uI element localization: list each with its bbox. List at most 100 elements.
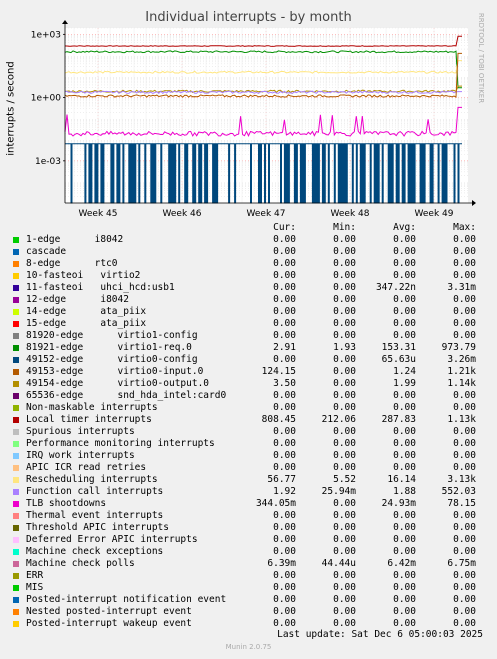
legend-avg-value: 0.00 — [393, 306, 416, 317]
legend-row: cascade 0.00 0.00 0.00 0.00 — [0, 246, 497, 258]
legend-label: 14-edge ata_piix — [26, 306, 147, 317]
legend-swatch — [13, 453, 19, 459]
legend-cur-value: 2.91 — [273, 342, 296, 353]
legend-swatch — [13, 441, 19, 447]
legend-avg-value: 0.00 — [393, 522, 416, 533]
legend-swatch — [13, 585, 19, 591]
legend-min-value: 0.00 — [333, 498, 356, 509]
legend-avg-value: 0.00 — [393, 258, 416, 269]
legend-min-value: 0.00 — [333, 306, 356, 317]
legend-avg-value: 65.63u — [381, 354, 416, 365]
legend-avg-value: 0.00 — [393, 246, 416, 257]
legend-cur-value: 0.00 — [273, 522, 296, 533]
legend-min-value: 0.00 — [333, 246, 356, 257]
legend-swatch — [13, 309, 19, 315]
legend-cur-value: 0.00 — [273, 390, 296, 401]
legend-max-value: 0.00 — [453, 246, 476, 257]
legend-swatch — [13, 609, 19, 615]
legend-label: cascade — [26, 246, 67, 257]
legend-label: 10-fasteoi virtio2 — [26, 270, 141, 281]
legend-avg-value: 0.00 — [393, 318, 416, 329]
legend-cur-value: 0.00 — [273, 306, 296, 317]
legend-label: TLB shootdowns — [26, 498, 107, 509]
legend-max-value: 0.00 — [453, 306, 476, 317]
legend-label: 11-fasteoi uhci_hcd:usb1 — [26, 282, 175, 293]
legend-cur-value: 0.00 — [273, 570, 296, 581]
legend-min-value: 44.44u — [321, 558, 356, 569]
legend-row: Performance monitoring interrupts 0.00 0.0… — [0, 438, 497, 450]
legend-swatch — [13, 273, 19, 279]
legend-max-value: 78.15 — [447, 498, 476, 509]
last-update: Last update: Sat Dec 6 05:00:03 2025 — [277, 629, 483, 640]
legend-avg-value: 0.00 — [393, 510, 416, 521]
legend-avg-value: 347.22n — [375, 282, 416, 293]
legend-cur-value: 0.00 — [273, 438, 296, 449]
x-tick-label: Week 48 — [331, 209, 370, 219]
legend-avg-value: 1.99 — [393, 378, 416, 389]
legend-row: 12-edge i8042 0.00 0.00 0.00 0.00 — [0, 294, 497, 306]
legend-max-value: 0.00 — [453, 270, 476, 281]
legend-avg-value: 0.00 — [393, 546, 416, 557]
legend-swatch — [13, 621, 19, 627]
legend-swatch — [13, 525, 19, 531]
legend-label: Spurious interrupts — [26, 426, 135, 437]
legend-avg-value: 0.00 — [393, 426, 416, 437]
legend-label: Nested posted-interrupt event — [26, 606, 192, 617]
legend-min-value: 0.00 — [333, 510, 356, 521]
legend-min-value: 0.00 — [333, 390, 356, 401]
legend-avg-value: 1.88 — [393, 486, 416, 497]
legend-cur-value: 0.00 — [273, 534, 296, 545]
y-tick-label: 1e-03 — [35, 157, 61, 167]
legend-cur-value: 0.00 — [273, 606, 296, 617]
legend-min-value: 0.00 — [333, 426, 356, 437]
legend-row: Spurious interrupts 0.00 0.00 0.00 0.00 — [0, 426, 497, 438]
x-axis-arrow — [472, 200, 476, 206]
legend-label: 49154-edge virtio0-output.0 — [26, 378, 210, 389]
legend-cur-value: 0.00 — [273, 258, 296, 269]
legend-avg-value: 0.00 — [393, 594, 416, 605]
legend-min-value: 0.00 — [333, 582, 356, 593]
legend-row: 1-edge i8042 0.00 0.00 0.00 0.00 — [0, 234, 497, 246]
header-max: Max: — [453, 222, 476, 233]
legend-cur-value: 0.00 — [273, 318, 296, 329]
legend-cur-value: 0.00 — [273, 402, 296, 413]
legend-row: TLB shootdowns 344.05m 0.00 24.93m 78.15 — [0, 498, 497, 510]
legend-min-value: 5.52 — [333, 474, 356, 485]
x-tick-label: Week 47 — [247, 209, 286, 219]
legend-max-value: 1.14k — [447, 378, 476, 389]
header-min: Min: — [333, 222, 356, 233]
chart-plot: 1e+03 1e+00 1e-03 Week 45 Week 46 Week 47 Week… — [31, 20, 476, 219]
y-tick-label: 1e+03 — [31, 30, 61, 40]
legend-max-value: 0.00 — [453, 522, 476, 533]
legend-cur-value: 0.00 — [273, 582, 296, 593]
legend-avg-value: 0.00 — [393, 582, 416, 593]
legend-cur-value: 0.00 — [273, 510, 296, 521]
legend-min-value: 0.00 — [333, 402, 356, 413]
legend-max-value: 0.00 — [453, 258, 476, 269]
legend-row: MIS 0.00 0.00 0.00 0.00 — [0, 582, 497, 594]
legend-row: 65536-edge snd_hda_intel:card0 0.00 0.00 0.… — [0, 390, 497, 402]
legend-swatch — [13, 477, 19, 483]
legend-max-value: 0.00 — [453, 450, 476, 461]
legend-max-value: 0.00 — [453, 582, 476, 593]
legend-cur-value: 0.00 — [273, 294, 296, 305]
legend-min-value: 0.00 — [333, 318, 356, 329]
legend-cur-value: 0.00 — [273, 594, 296, 605]
legend-cur-value: 0.00 — [273, 282, 296, 293]
legend-label: Local timer interrupts — [26, 414, 152, 425]
legend-min-value: 0.00 — [333, 330, 356, 341]
legend-swatch — [13, 549, 19, 555]
x-tick-label: Week 46 — [163, 209, 202, 219]
legend-cur-value: 0.00 — [273, 354, 296, 365]
x-tick-label: Week 45 — [79, 209, 118, 219]
legend-cur-value: 808.45 — [261, 414, 296, 425]
legend-swatch — [13, 513, 19, 519]
legend-cur-value: 56.77 — [267, 474, 296, 485]
legend-label: APIC ICR read retries — [26, 462, 147, 473]
legend-max-value: 0.00 — [453, 534, 476, 545]
legend-label: Deferred Error APIC interrupts — [26, 534, 198, 545]
legend-min-value: 0.00 — [333, 534, 356, 545]
legend-min-value: 0.00 — [333, 570, 356, 581]
legend-avg-value: 0.00 — [393, 402, 416, 413]
legend-max-value: 0.00 — [453, 570, 476, 581]
